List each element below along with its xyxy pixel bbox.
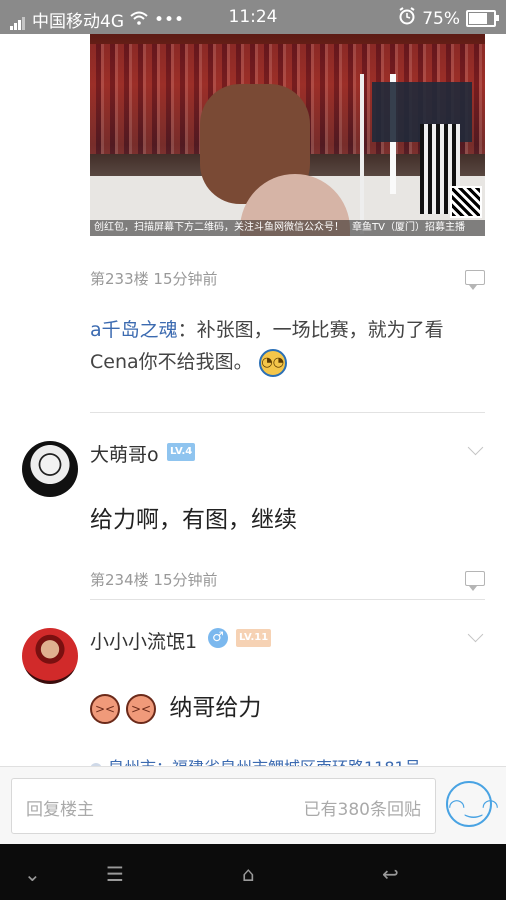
post-image[interactable]: 创红包，扫描屏幕下方二维码，关注斗鱼网微信公众号！ 章鱼TV（厦门）招募主播 (90, 34, 485, 236)
reply-input[interactable]: 回复楼主 已有380条回贴 (11, 778, 436, 834)
qr-code-image (450, 186, 482, 218)
username[interactable]: 小小小流氓1 (90, 627, 197, 654)
floor-meta: 第234楼 15分钟前 (90, 571, 218, 589)
divider (90, 412, 485, 413)
video-ticker: 创红包，扫描屏幕下方二维码，关注斗鱼网微信公众号！ 章鱼TV（厦门）招募主播 (90, 220, 485, 236)
status-bar: 中国移动4G ••• 11:24 75% (0, 0, 506, 34)
menu-icon[interactable]: ☰ (106, 862, 124, 886)
battery-icon (466, 10, 499, 27)
post-content: >< >< 纳哥给力 (90, 688, 261, 724)
post-content: 给力啊，有图，继续 (90, 507, 297, 533)
level-badge: LV.11 (236, 629, 272, 647)
avatar[interactable] (22, 628, 78, 684)
divider (90, 599, 485, 600)
quote-author[interactable]: a千岛之魂 (90, 319, 178, 341)
home-icon[interactable]: ⌂ (242, 862, 255, 886)
angry-face-icon: >< (126, 693, 156, 724)
chevron-down-icon[interactable]: ⌄ (24, 862, 41, 886)
system-nav-bar: ⌄ ☰ ⌂ ↩ (0, 844, 506, 900)
battery-percent: 75% (422, 8, 460, 29)
floor-meta: 第233楼 15分钟前 (90, 270, 218, 288)
crying-emoji-icon: ◔◔ (258, 348, 287, 377)
reply-count: 已有380条回贴 (303, 800, 421, 820)
quoted-reply[interactable]: a千岛之魂：补张图，一场比赛，就为了看Cena你不给我图。 ◔◔ (90, 314, 480, 378)
alarm-icon (398, 7, 416, 30)
back-icon[interactable]: ↩ (382, 862, 399, 886)
reply-placeholder: 回复楼主 (26, 800, 94, 820)
comment-icon[interactable] (465, 270, 485, 290)
chevron-down-icon[interactable] (467, 439, 484, 456)
level-badge: LV.4 (167, 443, 196, 461)
avatar[interactable] (22, 441, 78, 497)
angry-face-icon: >< (90, 693, 120, 724)
reply-bar: 回复楼主 已有380条回贴 ◠‿◠ (0, 766, 506, 845)
chevron-down-icon[interactable] (467, 626, 484, 643)
male-gender-icon: ♂ (208, 628, 228, 648)
username[interactable]: 大萌哥o (90, 440, 159, 467)
comment-icon[interactable] (465, 571, 485, 591)
emoji-button[interactable]: ◠‿◠ (446, 781, 499, 827)
